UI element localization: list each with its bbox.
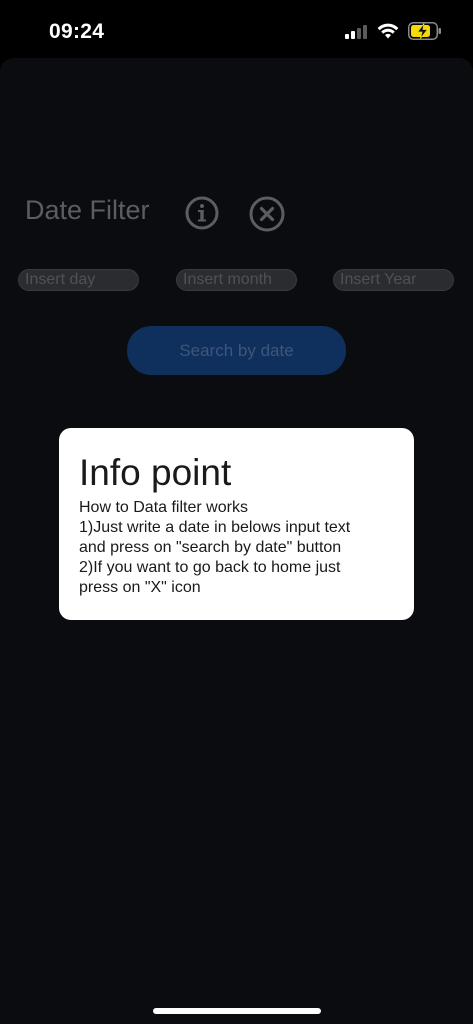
popup-text-line: and press on "search by date" button [79, 539, 342, 556]
screen: 09:24 Date Filter Sea [0, 0, 473, 1024]
search-by-date-button[interactable]: Search by date [127, 326, 346, 375]
info-popup: Info point How to Data filter works 1)Ju… [59, 428, 414, 620]
close-icon[interactable] [249, 196, 285, 232]
status-time: 09:24 [49, 20, 105, 43]
year-input[interactable] [333, 269, 454, 291]
popup-text-line: 2)If you want to go back to home just [79, 559, 341, 576]
page-title: Date Filter [25, 195, 150, 225]
month-input[interactable] [176, 269, 297, 291]
day-input[interactable] [18, 269, 139, 291]
battery-charging-icon [408, 22, 441, 40]
popup-text-line: press on "X" icon [79, 579, 201, 596]
popup-title: Info point [79, 452, 232, 493]
wifi-icon [377, 23, 399, 39]
status-bar: 09:24 [0, 0, 473, 62]
info-icon[interactable] [185, 196, 219, 230]
popup-text-line: 1)Just write a date in belows input text [79, 519, 351, 536]
cellular-signal-icon [345, 24, 369, 39]
home-indicator[interactable] [153, 1008, 321, 1014]
popup-text-line: How to Data filter works [79, 499, 248, 516]
